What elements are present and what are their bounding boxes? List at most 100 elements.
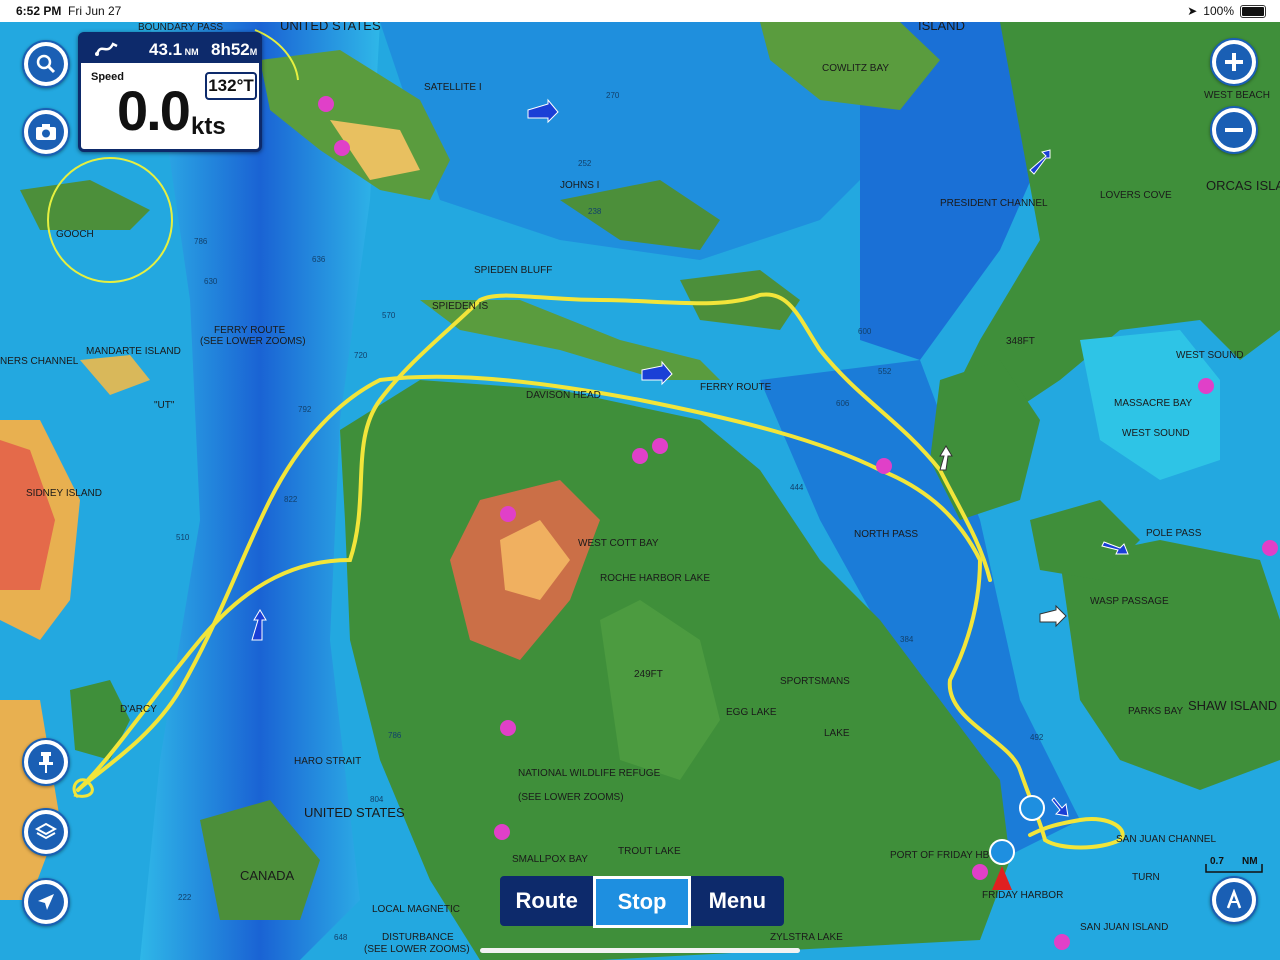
- depth-14: 444: [790, 483, 804, 492]
- label-lovers-cove: LOVERS COVE: [1100, 190, 1172, 201]
- label-canada: CANADA: [240, 868, 295, 883]
- locate-button[interactable]: [22, 878, 70, 926]
- anchorage-marker[interactable]: [1262, 540, 1278, 556]
- label-satellite: SATELLITE I: [424, 82, 482, 93]
- label-port-of-friday-hbr: PORT OF FRIDAY HBR: [890, 850, 997, 861]
- label-see-lower-zooms-4: (SEE LOWER ZOOMS): [364, 944, 470, 955]
- location-icon: ➤: [1187, 4, 1198, 18]
- zoom-in-button[interactable]: [1210, 38, 1258, 86]
- north-up-icon: [1216, 882, 1252, 918]
- label-president-channel: PRESIDENT CHANNEL: [940, 198, 1048, 209]
- route-button[interactable]: Route: [500, 876, 594, 926]
- camera-icon: [28, 114, 64, 150]
- home-indicator[interactable]: [480, 948, 800, 953]
- label-pole-pass: POLE PASS: [1146, 528, 1202, 539]
- depth-12: 552: [878, 367, 892, 376]
- route-icon: [95, 42, 118, 56]
- waypoint-pin-icon[interactable]: [989, 839, 1015, 865]
- label-ut: "UT": [154, 400, 175, 411]
- battery-icon: [1240, 4, 1266, 18]
- label-see-lower-zooms-3: (SEE LOWER ZOOMS): [518, 792, 624, 803]
- status-time: 6:52 PM: [16, 4, 62, 18]
- chart-map[interactable]: BOUNDARY PASS UNITED STATES ISLAND COWLI…: [0, 22, 1280, 960]
- depth-4: 630: [204, 277, 218, 286]
- menu-button[interactable]: Menu: [690, 876, 785, 926]
- label-north-pass: NORTH PASS: [854, 529, 918, 540]
- layers-button[interactable]: [22, 808, 70, 856]
- label-west-sound-2: WEST SOUND: [1122, 428, 1190, 439]
- label-davison-head: DAVISON HEAD: [526, 390, 601, 401]
- navigation-info-panel[interactable]: 43.1 NM 8h52M Speed 0.0 kts 132°T: [78, 32, 262, 152]
- label-massacre-bay: MASSACRE BAY: [1114, 398, 1192, 409]
- drop-pin-button[interactable]: [22, 738, 70, 786]
- plus-icon: [1216, 44, 1252, 80]
- label-mandarte: MANDARTE ISLAND: [86, 346, 181, 357]
- anchorage-marker[interactable]: [1054, 934, 1070, 950]
- depth-3: 786: [194, 237, 208, 246]
- label-orcas-island: ORCAS ISLAND: [1206, 178, 1280, 193]
- label-local-magnetic: LOCAL MAGNETIC: [372, 904, 460, 915]
- distance-readout: 43.1 NM: [149, 40, 199, 59]
- depth-10: 510: [176, 533, 190, 542]
- label-haro-strait: HARO STRAIT: [294, 756, 361, 767]
- stop-button[interactable]: Stop: [593, 876, 691, 928]
- anchorage-marker[interactable]: [1198, 378, 1214, 394]
- zoom-out-button[interactable]: [1210, 106, 1258, 154]
- label-shaw-island: SHAW ISLAND: [1188, 698, 1277, 713]
- search-icon: [28, 46, 64, 82]
- label-united-states-mid: UNITED STATES: [304, 805, 405, 820]
- depth-16: 786: [388, 731, 402, 740]
- search-button[interactable]: [22, 40, 70, 88]
- speed-value: 0.0: [117, 79, 191, 142]
- label-johns: JOHNS I: [560, 180, 599, 191]
- anchorage-marker[interactable]: [652, 438, 668, 454]
- anchorage-marker[interactable]: [876, 458, 892, 474]
- label-parks-bay: PARKS BAY: [1128, 706, 1184, 717]
- depth-11: 600: [858, 327, 872, 336]
- anchorage-marker[interactable]: [632, 448, 648, 464]
- waypoint-pin-icon[interactable]: [1019, 795, 1045, 821]
- label-island-top: ISLAND: [918, 22, 965, 33]
- route-info-row: 43.1 NM 8h52M: [81, 35, 259, 63]
- anchorage-marker[interactable]: [334, 140, 350, 156]
- label-cowlitz-bay: COWLITZ BAY: [822, 63, 889, 74]
- depth-18: 222: [178, 893, 192, 902]
- label-trout-lake: TROUT LAKE: [618, 846, 681, 857]
- scale-bar: 0.7 NM: [1204, 856, 1264, 874]
- depth-5: 636: [312, 255, 326, 264]
- depth-1: 252: [578, 159, 592, 168]
- label-see-lower-zooms: (SEE LOWER ZOOMS): [200, 336, 306, 347]
- depth-2: 238: [588, 207, 602, 216]
- depth-7: 720: [354, 351, 368, 360]
- label-west-beach: WEST BEACH: [1204, 90, 1270, 101]
- label-west-cott-bay: WEST COTT BAY: [578, 538, 659, 549]
- anchorage-marker[interactable]: [494, 824, 510, 840]
- label-egg-lake: EGG LAKE: [726, 707, 777, 718]
- label-gooch: GOOCH: [56, 229, 94, 240]
- anchorage-marker[interactable]: [972, 864, 988, 880]
- speed-unit: kts: [191, 113, 226, 140]
- label-spieden-bluff: SPIEDEN BLUFF: [474, 265, 552, 276]
- depth-20: 492: [1030, 733, 1044, 742]
- camera-button[interactable]: [22, 108, 70, 156]
- label-depth-249: 249FT: [634, 669, 663, 680]
- depth-6: 570: [382, 311, 396, 320]
- depth-0: 270: [606, 91, 620, 100]
- orientation-button[interactable]: [1210, 876, 1258, 924]
- bottom-toolbar: Route Stop Menu: [500, 876, 785, 928]
- heading-readout: 132°T: [205, 72, 257, 100]
- depth-17: 804: [370, 795, 384, 804]
- depth-8: 792: [298, 405, 312, 414]
- label-spieden-is: SPIEDEN IS: [432, 301, 488, 312]
- layers-icon: [28, 814, 64, 850]
- depth-9: 822: [284, 495, 298, 504]
- eta-readout: 8h52M: [211, 40, 258, 59]
- label-darcy: D'ARCY: [120, 704, 157, 715]
- label-national-wildlife: NATIONAL WILDLIFE REFUGE: [518, 768, 661, 779]
- anchorage-marker[interactable]: [318, 96, 334, 112]
- label-disturbance: DISTURBANCE: [382, 932, 454, 943]
- anchorage-marker[interactable]: [500, 720, 516, 736]
- label-ferry-route-2: FERRY ROUTE: [700, 382, 772, 393]
- status-right: ➤ 100%: [1187, 4, 1266, 18]
- anchorage-marker[interactable]: [500, 506, 516, 522]
